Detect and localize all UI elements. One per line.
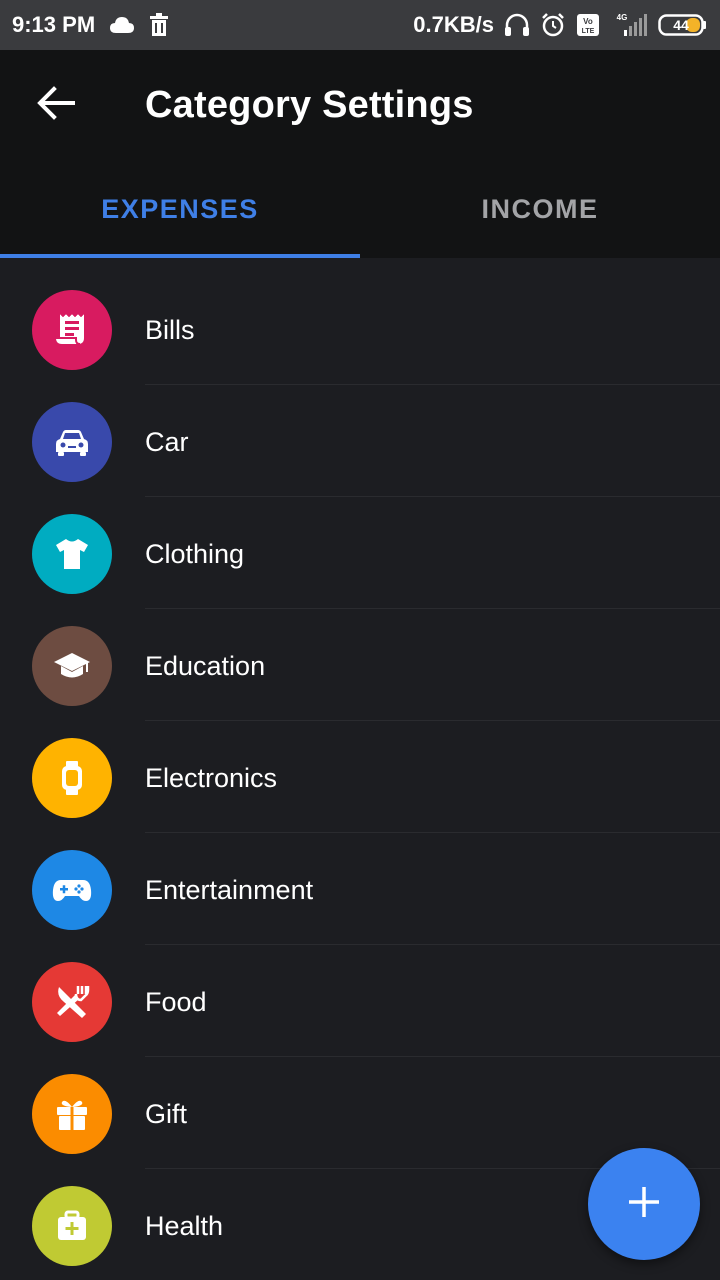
signal-icon: 4G	[610, 12, 648, 38]
tab-income[interactable]: INCOME	[360, 160, 720, 258]
tab-income-label: INCOME	[481, 193, 599, 224]
graduation-cap-icon	[32, 626, 112, 706]
category-label: Health	[145, 1211, 224, 1241]
plus-icon	[627, 1185, 661, 1224]
category-item-education[interactable]: Education	[0, 594, 720, 721]
category-item-car[interactable]: Car	[0, 370, 720, 497]
receipt-icon	[32, 290, 112, 370]
add-category-button[interactable]	[588, 1148, 700, 1260]
smartwatch-icon	[32, 738, 112, 818]
tab-expenses[interactable]: EXPENSES	[0, 160, 360, 258]
category-item-entertainment[interactable]: Entertainment	[0, 818, 720, 945]
status-bar: 9:13 PM 0.7KB/s Vo LTE 4G 44	[0, 0, 720, 50]
arrow-left-icon	[37, 85, 75, 125]
gift-icon	[32, 1074, 112, 1154]
app-bar: Category Settings	[0, 50, 720, 160]
status-time: 9:13 PM	[12, 12, 96, 37]
status-bar-left: 9:13 PM	[12, 0, 169, 50]
category-label: Electronics	[145, 763, 278, 793]
back-button[interactable]	[24, 75, 88, 135]
utensils-icon	[32, 962, 112, 1042]
signal-label: 4G	[617, 13, 628, 22]
category-item-clothing[interactable]: Clothing	[0, 482, 720, 609]
tab-expenses-label: EXPENSES	[101, 193, 259, 224]
status-bar-right: 0.7KB/s Vo LTE 4G 44	[413, 0, 708, 50]
tab-bar: EXPENSES INCOME	[0, 160, 720, 258]
trash-icon	[149, 13, 169, 37]
category-label: Clothing	[145, 539, 245, 569]
category-item-gift[interactable]: Gift	[0, 1042, 720, 1169]
cloud-icon	[109, 16, 135, 34]
category-item-electronics[interactable]: Electronics	[0, 706, 720, 833]
category-label: Bills	[145, 315, 195, 345]
category-label: Car	[145, 427, 189, 457]
category-label: Entertainment	[145, 875, 314, 905]
category-label: Gift	[145, 1099, 188, 1129]
page-title: Category Settings	[145, 84, 474, 126]
volte-icon: Vo LTE	[576, 13, 600, 37]
category-item-bills[interactable]: Bills	[0, 258, 720, 385]
battery-level: 44	[673, 17, 689, 33]
car-icon	[32, 402, 112, 482]
battery-icon: 44	[658, 13, 708, 37]
gamepad-icon	[32, 850, 112, 930]
alarm-icon	[540, 12, 566, 38]
svg-text:Vo: Vo	[583, 17, 593, 26]
headphones-icon	[504, 13, 530, 37]
category-list: Bills Car Clothing Education Electronics	[0, 258, 720, 1266]
svg-text:LTE: LTE	[582, 28, 595, 35]
category-item-food[interactable]: Food	[0, 930, 720, 1057]
category-label: Food	[145, 987, 207, 1017]
first-aid-kit-icon	[32, 1186, 112, 1266]
net-speed: 0.7KB/s	[413, 12, 494, 37]
tshirt-icon	[32, 514, 112, 594]
category-label: Education	[145, 651, 266, 681]
